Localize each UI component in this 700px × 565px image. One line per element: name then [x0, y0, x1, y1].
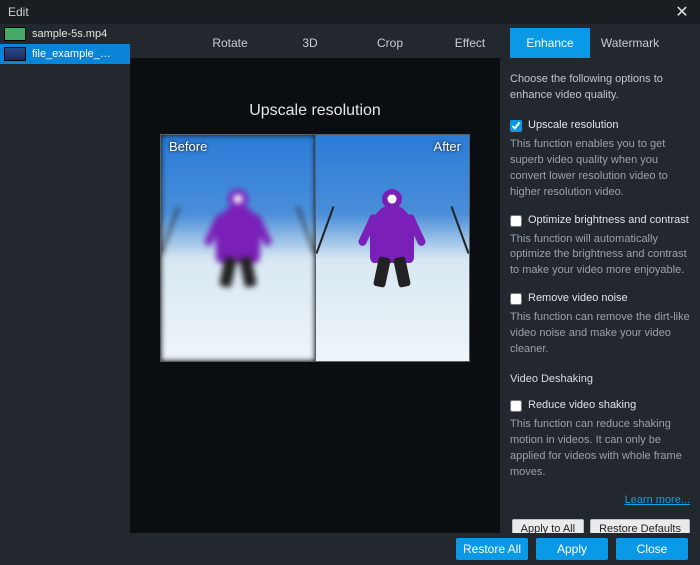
- tab-rotate[interactable]: Rotate: [190, 28, 270, 58]
- tab-effect[interactable]: Effect: [430, 28, 510, 58]
- deshake-title: Video Deshaking: [510, 372, 690, 388]
- after-label: After: [434, 139, 461, 154]
- before-image: [161, 135, 315, 361]
- titlebar: Edit ✕: [0, 0, 700, 24]
- restore-defaults-button[interactable]: Restore Defaults: [590, 519, 690, 533]
- tab-3d[interactable]: 3D: [270, 28, 350, 58]
- shaking-desc: This function can reduce shaking motion …: [510, 417, 690, 481]
- footer: Restore All Apply Close: [0, 533, 700, 565]
- upscale-label: Upscale resolution: [528, 118, 619, 134]
- shaking-label: Reduce video shaking: [528, 398, 636, 414]
- compare-box: Before: [160, 134, 470, 362]
- preview-pane: Upscale resolution: [130, 58, 500, 533]
- tab-enhance[interactable]: Enhance: [510, 28, 590, 58]
- file-item[interactable]: sample-5s.mp4: [0, 24, 130, 44]
- upscale-check[interactable]: Upscale resolution: [510, 118, 690, 134]
- window-title: Edit: [8, 5, 29, 19]
- noise-check[interactable]: Remove video noise: [510, 291, 690, 307]
- noise-desc: This function can remove the dirt-like v…: [510, 310, 690, 358]
- file-sidebar: sample-5s.mp4 file_example_…: [0, 24, 130, 533]
- noise-checkbox[interactable]: [510, 293, 522, 305]
- preview-title: Upscale resolution: [249, 102, 381, 120]
- after-panel: After: [316, 135, 470, 361]
- after-image: [316, 135, 470, 361]
- options-intro: Choose the following options to enhance …: [510, 72, 690, 104]
- before-label: Before: [169, 139, 207, 154]
- learn-more-link[interactable]: Learn more...: [625, 493, 690, 509]
- tab-watermark[interactable]: Watermark: [590, 28, 670, 58]
- brightness-label: Optimize brightness and contrast: [528, 213, 689, 229]
- brightness-check[interactable]: Optimize brightness and contrast: [510, 213, 690, 229]
- close-button[interactable]: Close: [616, 538, 688, 560]
- upscale-checkbox[interactable]: [510, 120, 522, 132]
- shaking-checkbox[interactable]: [510, 400, 522, 412]
- file-name: file_example_…: [32, 48, 111, 60]
- brightness-checkbox[interactable]: [510, 215, 522, 227]
- file-thumbnail: [4, 47, 26, 61]
- options-pane: Choose the following options to enhance …: [500, 58, 700, 533]
- restore-all-button[interactable]: Restore All: [456, 538, 528, 560]
- tab-crop[interactable]: Crop: [350, 28, 430, 58]
- file-name: sample-5s.mp4: [32, 28, 107, 40]
- tab-bar: Rotate 3D Crop Effect Enhance Watermark: [190, 28, 700, 58]
- file-thumbnail: [4, 27, 26, 41]
- noise-label: Remove video noise: [528, 291, 628, 307]
- apply-button[interactable]: Apply: [536, 538, 608, 560]
- shaking-check[interactable]: Reduce video shaking: [510, 398, 690, 414]
- apply-to-all-button[interactable]: Apply to All: [512, 519, 584, 533]
- upscale-desc: This function enables you to get superb …: [510, 137, 690, 201]
- file-item[interactable]: file_example_…: [0, 44, 130, 64]
- brightness-desc: This function will automatically optimiz…: [510, 232, 690, 280]
- before-panel: Before: [161, 135, 316, 361]
- close-icon[interactable]: ✕: [672, 2, 692, 22]
